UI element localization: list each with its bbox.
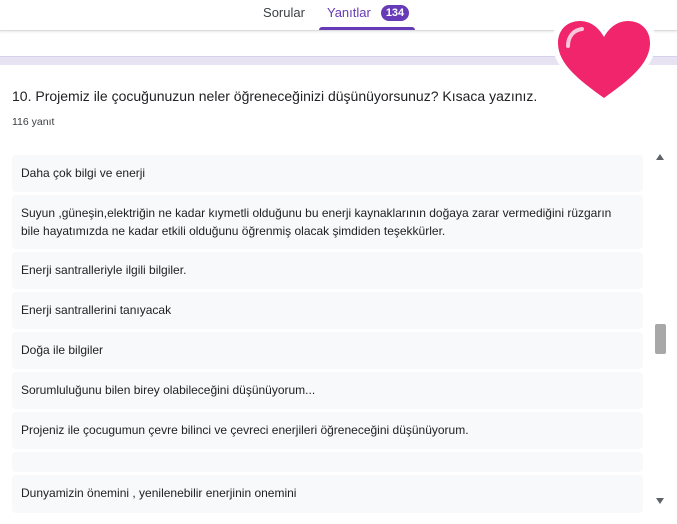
responses-count-badge: 134 [381, 5, 409, 21]
heart-icon [552, 16, 656, 104]
tab-questions-label: Sorular [263, 5, 305, 20]
response-count: 116 yanıt [12, 116, 55, 128]
scrollbar[interactable] [652, 149, 668, 510]
scroll-up-arrow-icon[interactable] [656, 154, 664, 160]
active-tab-indicator [319, 27, 415, 30]
scrollbar-thumb[interactable] [655, 324, 666, 354]
tab-questions[interactable]: Sorular [258, 0, 310, 30]
response-item: Doğa ile bilgiler [12, 332, 643, 369]
response-item: Dunyamizin önemini , yenilenebilir enerj… [12, 475, 643, 513]
response-item: Enerji santralleriyle ilgili bilgiler. [12, 252, 643, 289]
response-item: Enerji santrallerini tanıyacak [12, 292, 643, 329]
response-list[interactable]: Daha çok bilgi ve enerji Suyun ,güneşin,… [12, 155, 643, 515]
response-item [12, 452, 643, 472]
responses-page: Sorular Yanıtlar 134 10. Projemiz ile ço… [0, 0, 677, 524]
tab-responses[interactable]: Yanıtlar 134 [319, 0, 415, 30]
question-title: 10. Projemiz ile çocuğunuzun neler öğren… [12, 88, 538, 104]
response-item: Suyun ,güneşin,elektriğin ne kadar kıyme… [12, 195, 643, 249]
response-item: Projeniz ile çocugumun çevre bilinci ve … [12, 412, 643, 449]
scroll-down-arrow-icon[interactable] [656, 498, 664, 504]
tab-responses-label: Yanıtlar [327, 5, 371, 20]
response-item: Sorumluluğunu bilen birey olabileceğini … [12, 372, 643, 409]
response-item: Daha çok bilgi ve enerji [12, 155, 643, 192]
